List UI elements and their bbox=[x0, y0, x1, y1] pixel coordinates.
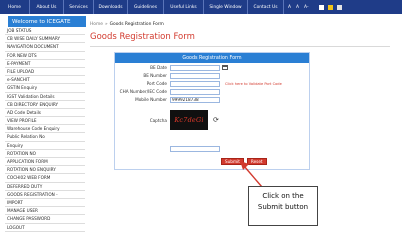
mobile-label: Mobile Number bbox=[135, 97, 167, 102]
sidebar-item[interactable]: DEFERRED DUTY bbox=[5, 183, 85, 191]
title-divider bbox=[90, 46, 390, 47]
breadcrumb-home[interactable]: Home bbox=[90, 22, 103, 27]
submit-button[interactable]: Submit bbox=[221, 158, 244, 165]
calendar-icon[interactable] bbox=[222, 65, 228, 70]
goods-registration-form: Goods Registration Form BE Date BE Numbe… bbox=[114, 52, 310, 170]
sidebar-item[interactable]: CB DIRECTORY ENQUIRY bbox=[5, 101, 85, 109]
mobile-input[interactable] bbox=[170, 96, 220, 103]
sidebar-item[interactable]: AD Code Details bbox=[5, 109, 85, 118]
sidebar-item[interactable]: IMPORT bbox=[5, 199, 85, 208]
sidebar-item[interactable]: CB WISE DAILY SUMMARY bbox=[5, 35, 85, 44]
validate-port-code-link[interactable]: Click here to Validate Port Code bbox=[225, 82, 282, 86]
nav-downloads[interactable]: Downloads bbox=[94, 0, 128, 14]
sidebar-item[interactable]: e-SANCHIT bbox=[5, 76, 85, 85]
refresh-captcha-icon[interactable]: ⟳ bbox=[213, 116, 219, 124]
sidebar-item[interactable]: GSTIN Enquiry bbox=[5, 84, 85, 93]
nav-single-window[interactable]: Single Window bbox=[204, 0, 248, 14]
sidebar-item[interactable]: FOR NEW DTS bbox=[5, 52, 85, 60]
breadcrumb-current: Goods Registration Form bbox=[109, 22, 164, 27]
nav-contact-us[interactable]: Contact Us bbox=[248, 0, 284, 14]
sidebar-item[interactable]: LOGOUT bbox=[5, 224, 85, 232]
sidebar-item[interactable]: NAVIGATION DOCUMENT bbox=[5, 43, 85, 52]
breadcrumb: Home » Goods Registration Form bbox=[90, 22, 164, 27]
port-code-input[interactable] bbox=[170, 80, 220, 87]
page-title: Goods Registration Form bbox=[90, 32, 195, 42]
sidebar: Welcome to ICEGATE JOB STATUS CB WISE DAI… bbox=[0, 14, 86, 244]
welcome-banner: Welcome to ICEGATE bbox=[8, 16, 86, 27]
nav-services[interactable]: Services bbox=[64, 0, 94, 14]
font-size-small[interactable]: A- bbox=[304, 5, 309, 10]
annotation-line-2: Submit button bbox=[257, 203, 309, 211]
sidebar-item[interactable]: Warehouse Code Enquiry bbox=[5, 125, 85, 134]
captcha-label: Captcha bbox=[149, 117, 167, 123]
captcha-row: Captcha Kc7deGi ⟳ bbox=[115, 105, 309, 135]
sidebar-menu: JOB STATUS CB WISE DAILY SUMMARY NAVIGATIO… bbox=[5, 27, 85, 232]
theme-swatch-yellow[interactable] bbox=[327, 4, 333, 10]
font-size-controls: A A A- bbox=[288, 5, 309, 10]
nav-home[interactable]: Home bbox=[0, 0, 30, 14]
sidebar-item[interactable]: Public Relation No bbox=[5, 133, 85, 142]
port-code-row: Port Code Click here to Validate Port Co… bbox=[115, 80, 309, 87]
sidebar-item[interactable]: VIEW PROFILE bbox=[5, 117, 85, 126]
reset-button[interactable]: Reset bbox=[246, 158, 267, 165]
be-date-label: BE Date bbox=[150, 65, 167, 70]
cha-number-label: CHA Number/IEC Code bbox=[119, 89, 167, 94]
sidebar-item[interactable]: FILE UPLOAD bbox=[5, 68, 85, 77]
cha-number-input[interactable] bbox=[170, 88, 220, 95]
top-nav: Home About Us Services Downloads Guideli… bbox=[0, 0, 402, 14]
sidebar-item[interactable]: APPLICATION FORM bbox=[5, 158, 85, 167]
sidebar-item[interactable]: JOB STATUS bbox=[5, 27, 85, 36]
sidebar-item[interactable]: Enquiry bbox=[5, 142, 85, 150]
be-number-label: BE Number bbox=[143, 73, 167, 78]
sidebar-item[interactable]: E-PAYMENT bbox=[5, 60, 85, 68]
sidebar-item[interactable]: IGST Validation Details bbox=[5, 93, 85, 101]
theme-swatch-grey[interactable] bbox=[336, 4, 342, 10]
font-size-large[interactable]: A bbox=[288, 5, 291, 10]
sidebar-item[interactable]: MANAGE USER bbox=[5, 207, 85, 216]
font-size-normal[interactable]: A bbox=[296, 5, 299, 10]
captcha-image: Kc7deGi bbox=[170, 110, 208, 130]
be-number-row: BE Number bbox=[115, 72, 309, 79]
cha-number-row: CHA Number/IEC Code bbox=[115, 88, 309, 95]
annotation-line-1: Click on the bbox=[262, 192, 304, 200]
be-number-input[interactable] bbox=[170, 72, 220, 79]
nav-guidelines[interactable]: Guidelines bbox=[128, 0, 164, 14]
nav-about-us[interactable]: About Us bbox=[30, 0, 64, 14]
mobile-row: Mobile Number bbox=[115, 96, 309, 103]
form-header: Goods Registration Form bbox=[115, 53, 309, 63]
theme-swatch-white[interactable] bbox=[318, 4, 324, 10]
form-buttons: Submit Reset bbox=[221, 158, 309, 165]
port-code-label: Port Code bbox=[146, 81, 167, 86]
sidebar-item[interactable]: COCHI02 WEB FORM bbox=[5, 174, 85, 183]
nav-useful-links[interactable]: Useful Links bbox=[164, 0, 204, 14]
be-date-row: BE Date bbox=[115, 64, 309, 71]
theme-swatches bbox=[318, 4, 342, 10]
captcha-input[interactable] bbox=[170, 145, 220, 152]
sidebar-item[interactable]: CHANGE PASSWORD bbox=[5, 215, 85, 224]
breadcrumb-separator: » bbox=[104, 22, 108, 27]
sidebar-item[interactable]: ROTATION NO bbox=[5, 150, 85, 158]
annotation-callout: Click on the Submit button bbox=[248, 186, 318, 226]
sidebar-item[interactable]: ROTATION NO ENQUIRY bbox=[5, 166, 85, 175]
be-date-input[interactable] bbox=[170, 64, 220, 71]
sidebar-item[interactable]: GOODS REGISTRATION - bbox=[5, 191, 85, 199]
